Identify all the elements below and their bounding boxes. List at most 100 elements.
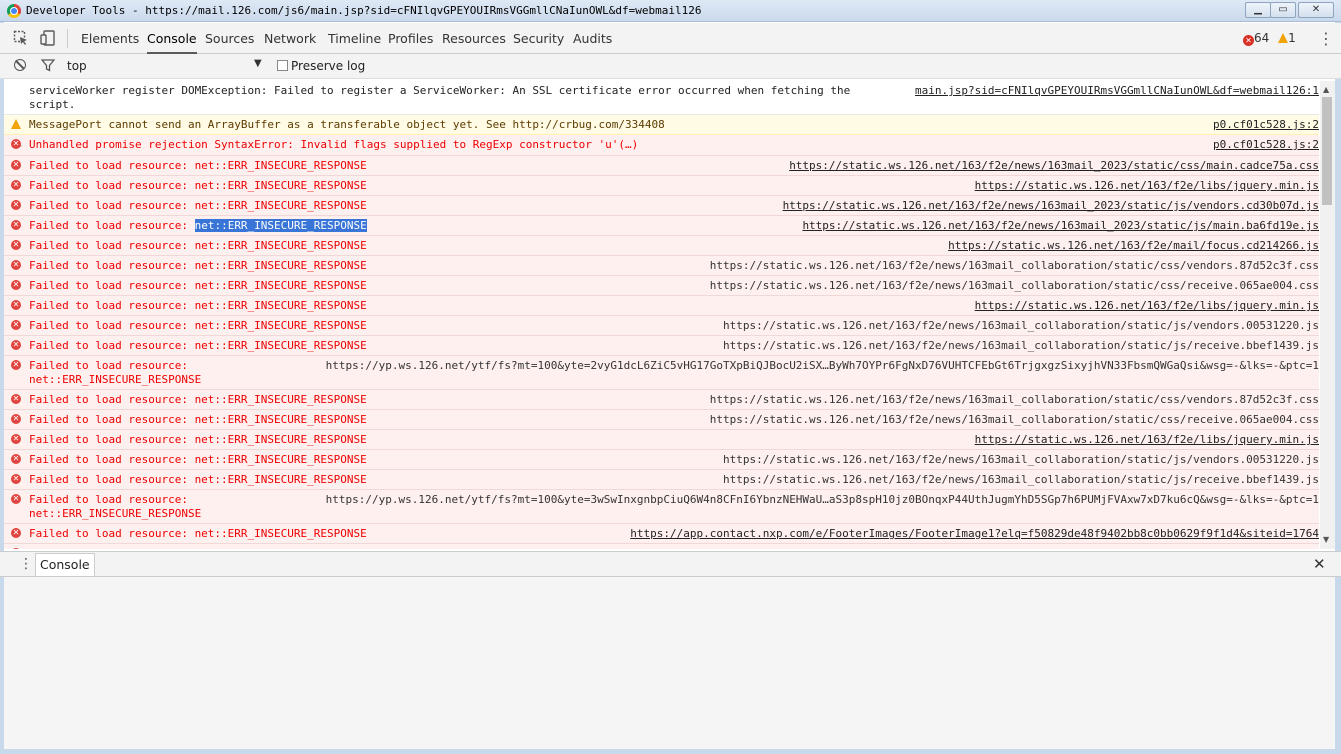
message-source-link[interactable]: https://static.ws.126.net/163/f2e/news/1…	[723, 319, 1319, 333]
device-mode-icon[interactable]	[40, 30, 56, 46]
clear-console-icon[interactable]	[14, 59, 26, 71]
message-text: Failed to load resource: net::ERR_INSECU…	[29, 433, 367, 446]
chevron-down-icon[interactable]: ▼	[254, 58, 262, 69]
message-source-link[interactable]: https://yp.ws.126.net/ytf/fs?mt=100&yte=…	[326, 493, 1319, 507]
console-message[interactable]: ✕ https://static.ws.126.net/163/f2e/libs/…	[4, 176, 1319, 196]
error-icon: ✕	[11, 240, 21, 250]
tab-sources[interactable]: Sources	[205, 23, 254, 54]
message-source-link[interactable]: https://static.ws.126.net/163/f2e/libs/j…	[975, 433, 1319, 447]
message-source-link[interactable]: https://static.ws.126.net/163/f2e/news/1…	[723, 339, 1319, 353]
message-source-link[interactable]: https://static.ws.126.net/163/f2e/news/1…	[802, 219, 1319, 233]
console-message[interactable]: ✕ https://yp.ws.126.net/ytf/fs?mt=100&yte…	[4, 356, 1319, 390]
message-body: Failed to load resource: net::ERR_INSECU…	[29, 279, 367, 292]
drawer-tab-console[interactable]: Console	[35, 553, 95, 576]
console-message[interactable]: ✕ https://static.ws.126.net/163/f2e/news/…	[4, 316, 1319, 336]
message-source-link[interactable]: https://app.contact.nxp.com/e/FooterImag…	[630, 527, 1319, 541]
message-source-link[interactable]: https://static.ws.126.net/163/f2e/mail/f…	[948, 239, 1319, 253]
console-message[interactable]: ✕ https://static.ws.126.net/163/f2e/news/…	[4, 470, 1319, 490]
tab-elements[interactable]: Elements	[81, 23, 139, 54]
tab-console[interactable]: Console	[147, 23, 197, 54]
console-message[interactable]: ✕ https://static.ws.126.net/163/f2e/news/…	[4, 156, 1319, 176]
error-icon: ✕	[11, 434, 21, 444]
scrollbar-thumb[interactable]	[1322, 97, 1332, 205]
message-body: Failed to load resource: net::ERR_INSECU…	[29, 433, 367, 446]
drawer-console-body[interactable]	[4, 577, 1335, 749]
console-message[interactable]: ✕ https://static.ws.126.net/163/f2e/news/…	[4, 256, 1319, 276]
message-source-link[interactable]: https://static.ws.126.net/163/f2e/news/1…	[723, 473, 1319, 487]
console-messages[interactable]: main.jsp?sid=cFNIlqvGPEYOUIRmsVGGmllCNaI…	[4, 81, 1319, 549]
console-message[interactable]: ✕ https://static.ws.126.net/163/f2e/news/…	[4, 336, 1319, 356]
maximize-button[interactable]: ▭	[1270, 2, 1296, 18]
error-icon: ✕	[11, 139, 21, 149]
error-count: 64	[1254, 31, 1270, 45]
message-body: Failed to load resource: net::ERR_INSECU…	[29, 413, 367, 426]
selected-text: net::ERR_INSECURE_RESPONSE	[194, 219, 367, 232]
console-message[interactable]: ✕ https://static.ws.126.net/163/f2e/news/…	[4, 410, 1319, 430]
scroll-down-icon[interactable]: ▼	[1323, 535, 1329, 544]
message-source-link[interactable]: main.jsp?sid=cFNIlqvGPEYOUIRmsVGGmllCNaI…	[915, 84, 1319, 98]
preserve-log-checkbox[interactable]	[277, 60, 288, 71]
preserve-log-label[interactable]: Preserve log	[291, 59, 365, 73]
minimize-button[interactable]: ▁	[1245, 2, 1271, 18]
message-body: Failed to load resource: net::ERR_INSECU…	[29, 299, 367, 312]
message-source-link[interactable]: https://yp.ws.126.net/ytf/fs?mt=100&yte=…	[326, 359, 1319, 373]
tab-audits[interactable]: Audits	[573, 23, 612, 54]
console-message[interactable]: ✕ https://images.contact.nxp.com/EloquaIm…	[4, 544, 1319, 549]
message-body: Failed to load resource: net::ERR_INSECU…	[29, 359, 202, 386]
error-icon: ✕	[11, 548, 21, 549]
message-text: Failed to load resource: net::ERR_INSECU…	[29, 393, 367, 406]
message-text: MessagePort cannot send an ArrayBuffer a…	[29, 118, 665, 131]
message-source-link[interactable]: https://static.ws.126.net/163/f2e/libs/j…	[975, 179, 1319, 193]
tab-profiles[interactable]: Profiles	[388, 23, 433, 54]
window-frame-right	[1335, 22, 1341, 754]
devtools-toolbar: Elements Console Sources Network Timeline Pro…	[0, 23, 1341, 54]
message-source-link[interactable]: https://static.ws.126.net/163/f2e/news/1…	[710, 279, 1319, 293]
message-counts[interactable]: ✕ 64 1	[1243, 31, 1296, 46]
console-message[interactable]: ✕ p0.cf01c528.js:2 ▶Unhandled promise reje…	[4, 135, 1319, 156]
console-message[interactable]: ✕ https://static.ws.126.net/163/f2e/libs/…	[4, 296, 1319, 316]
message-source-link[interactable]: https://static.ws.126.net/163/f2e/news/1…	[710, 413, 1319, 427]
drawer-menu-icon[interactable]: ⋮	[19, 556, 33, 572]
tab-resources[interactable]: Resources	[442, 23, 506, 54]
filter-icon[interactable]	[41, 59, 55, 72]
drawer-close-icon[interactable]: ✕	[1313, 555, 1326, 573]
message-text: Failed to load resource: net::ERR_INSECU…	[29, 359, 201, 386]
message-text: Failed to load resource: net::ERR_INSECU…	[29, 527, 367, 540]
tab-timeline[interactable]: Timeline	[328, 23, 381, 54]
console-message[interactable]: p0.cf01c528.js:2 MessagePort cannot send …	[4, 115, 1319, 135]
console-message[interactable]: ✕ https://static.ws.126.net/163/f2e/news/…	[4, 450, 1319, 470]
message-source-link[interactable]: https://static.ws.126.net/163/f2e/news/1…	[710, 259, 1319, 273]
window-close-button[interactable]: ✕	[1298, 2, 1334, 18]
inspect-element-icon[interactable]	[13, 30, 29, 46]
console-message[interactable]: ✕ https://static.ws.126.net/163/f2e/news/…	[4, 390, 1319, 410]
console-message[interactable]: ✕ https://static.ws.126.net/163/f2e/news/…	[4, 276, 1319, 296]
message-text: ▶Unhandled promise rejection SyntaxError…	[17, 138, 638, 151]
customize-menu-icon[interactable]: ⋮	[1318, 29, 1334, 48]
message-source-link[interactable]: https://static.ws.126.net/163/f2e/news/1…	[783, 199, 1319, 213]
message-source-link[interactable]: https://images.contact.nxp.com/EloquaIma…	[398, 547, 1319, 549]
console-message[interactable]: ✕ https://static.ws.126.net/163/f2e/news/…	[4, 216, 1319, 236]
context-selector[interactable]: top	[67, 59, 87, 73]
error-icon: ✕	[11, 280, 21, 290]
scroll-up-icon[interactable]: ▲	[1323, 85, 1329, 94]
error-icon: ✕	[11, 414, 21, 424]
tab-network[interactable]: Network	[264, 23, 316, 54]
console-message[interactable]: ✕ https://app.contact.nxp.com/e/FooterIma…	[4, 524, 1319, 544]
error-icon: ✕	[11, 494, 21, 504]
message-source-link[interactable]: p0.cf01c528.js:2	[1213, 118, 1319, 132]
console-message[interactable]: ✕ https://static.ws.126.net/163/f2e/mail/…	[4, 236, 1319, 256]
message-source-link[interactable]: https://static.ws.126.net/163/f2e/news/1…	[789, 159, 1319, 173]
message-body: Failed to load resource: net::ERR_INSECU…	[29, 159, 367, 172]
messages-scrollbar[interactable]: ▲ ▼	[1320, 81, 1335, 549]
message-source-link[interactable]: https://static.ws.126.net/163/f2e/news/1…	[710, 393, 1319, 407]
tab-security[interactable]: Security	[513, 23, 564, 54]
message-text: Failed to load resource: net::ERR_INSECU…	[29, 259, 367, 272]
message-source-link[interactable]: https://static.ws.126.net/163/f2e/news/1…	[723, 453, 1319, 467]
console-message[interactable]: ✕ https://static.ws.126.net/163/f2e/news/…	[4, 196, 1319, 216]
message-source-link[interactable]: p0.cf01c528.js:2	[1213, 138, 1319, 152]
console-message[interactable]: main.jsp?sid=cFNIlqvGPEYOUIRmsVGGmllCNaI…	[4, 81, 1319, 115]
message-text: Failed to load resource: net::ERR_INSECU…	[29, 339, 367, 352]
console-message[interactable]: ✕ https://static.ws.126.net/163/f2e/libs/…	[4, 430, 1319, 450]
message-source-link[interactable]: https://static.ws.126.net/163/f2e/libs/j…	[975, 299, 1319, 313]
console-message[interactable]: ✕ https://yp.ws.126.net/ytf/fs?mt=100&yte…	[4, 490, 1319, 524]
